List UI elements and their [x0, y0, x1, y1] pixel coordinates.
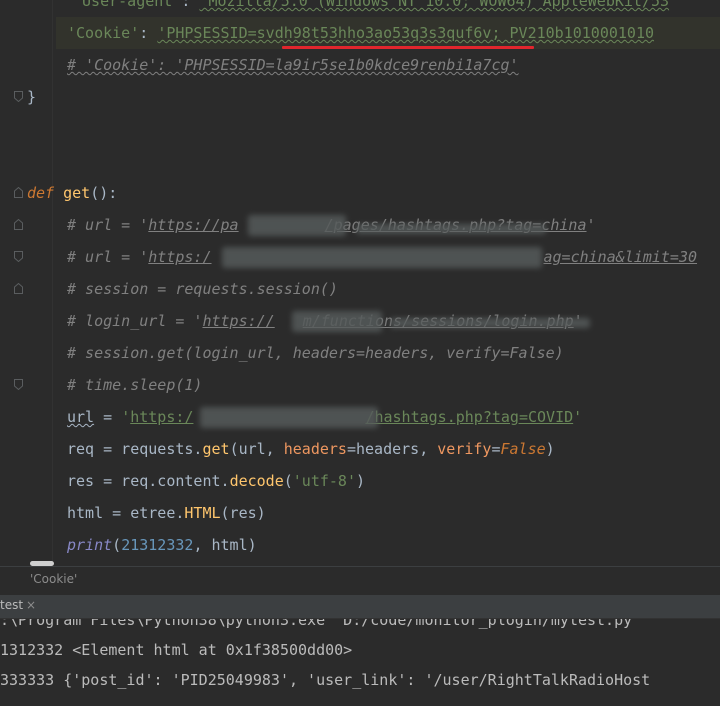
code-line[interactable]: 'Cookie': 'PHPSESSID=svdh98t53hho3ao53q3… [0, 17, 654, 49]
assign-operator: = [94, 408, 122, 426]
console-line: 333333 {'post_id': 'PID25049983', 'user_… [0, 671, 651, 689]
code-editor[interactable]: 'User-agent': 'Mozilla/5.0 (Windows NT 1… [0, 0, 720, 566]
code-line[interactable]: html = etree.HTML(res) [0, 497, 266, 529]
method-get: get [202, 440, 230, 458]
code-segment: req = requests. [67, 440, 203, 458]
cookie-value: 'PHPSESSID=svdh98t53hho3ao53q3s3quf6v; P… [157, 24, 655, 42]
code-line[interactable]: } [0, 81, 36, 113]
console-line: :\Program Files\Python38\python3.exe "D:… [0, 619, 642, 629]
code-line[interactable]: print(21312332, html) [0, 529, 257, 561]
string-quote: ' [573, 408, 583, 426]
dict-value: 'Mozilla/5.0 (Windows NT 10.0; WOW64) Ap… [199, 0, 670, 10]
code-line[interactable]: # time.sleep(1) [0, 369, 202, 401]
run-tab-test[interactable]: test × [0, 598, 36, 612]
gutter-divider [52, 0, 53, 566]
dict-key: 'User-agent' [73, 0, 182, 10]
redacted-area [248, 215, 346, 236]
comment-suffix: ' [586, 216, 596, 234]
comment-text: # session = requests.session() [67, 280, 338, 298]
code-line[interactable]: # login_url = 'https://m/functions/sessi… [0, 305, 583, 337]
number-literal: 21312332 [121, 536, 194, 554]
comment-url-start[interactable]: https:/ [148, 248, 211, 266]
code-line[interactable]: res = req.content.decode('utf-8') [0, 465, 365, 497]
code-line[interactable]: url = 'https://hashtags.php?tag=COVID' [0, 401, 582, 433]
redacted-area [390, 318, 590, 328]
code-segment: html = etree. [67, 504, 185, 522]
console-line: 1312332 <Element html at 0x1f38500dd00> [0, 641, 353, 659]
code-segment: res = req.content. [67, 472, 230, 490]
redacted-area [200, 407, 378, 428]
code-line[interactable]: # url = 'https:/ ag=china&limit=30 [0, 241, 697, 273]
comment-text: # session.get(login_url, headers=headers… [67, 344, 564, 362]
code-segment: (res) [220, 504, 266, 522]
code-segment: ) [356, 472, 366, 490]
function-name: get [63, 184, 91, 202]
comment-prefix: # url = ' [67, 216, 149, 234]
code-segment: , html) [193, 536, 257, 554]
code-segment: = [491, 440, 501, 458]
run-console[interactable]: :\Program Files\Python38\python3.exe "D:… [0, 619, 720, 706]
variable-url: url [67, 408, 95, 426]
close-icon[interactable]: × [26, 598, 36, 612]
code-segment: ) [545, 440, 555, 458]
code-line[interactable]: def get(): [0, 177, 117, 209]
run-tool-window-tabs: test × [0, 595, 720, 619]
dict-key: 'Cookie' [67, 24, 140, 42]
redacted-area [222, 247, 542, 268]
code-segment: ( [283, 472, 293, 490]
code-line[interactable]: req = requests.get(url, headers=headers,… [0, 433, 555, 465]
comment-url-end[interactable]: ag=china&limit=30 [544, 248, 698, 266]
comment-text: # time.sleep(1) [67, 376, 203, 394]
code-line[interactable]: # url = 'https://pa/pages/hashtags.php?t… [0, 209, 596, 241]
builtin-print: print [67, 536, 113, 554]
comment-url-start[interactable]: https://pa [148, 216, 238, 234]
url-start[interactable]: https:/ [130, 408, 193, 426]
string-literal: 'utf-8' [292, 472, 356, 490]
kwarg-headers: headers [283, 440, 347, 458]
comment-prefix: # login_url = ' [67, 312, 203, 330]
url-end[interactable]: /hashtags.php?tag=COVID [365, 408, 573, 426]
colon: : [139, 24, 158, 42]
breadcrumb[interactable]: 'Cookie' [30, 572, 77, 586]
closing-brace: } [27, 88, 37, 106]
def-keyword: def [27, 184, 55, 202]
code-line[interactable]: # 'Cookie': 'PHPSESSID=la9ir5se1b0kdce9r… [0, 49, 519, 81]
code-segment: =headers, [346, 440, 438, 458]
comment-prefix: # url = ' [67, 248, 149, 266]
method-html: HTML [184, 504, 221, 522]
code-segment: (url, [229, 440, 284, 458]
code-line[interactable]: # session.get(login_url, headers=headers… [0, 337, 564, 369]
run-tab-label: test [0, 598, 24, 612]
redacted-area [292, 311, 382, 332]
comment-text: # 'Cookie': 'PHPSESSID=la9ir5se1b0kdce9r… [67, 56, 519, 74]
breadcrumb-bar: 'Cookie' [0, 566, 720, 595]
method-decode: decode [229, 472, 284, 490]
function-parens: (): [90, 184, 118, 202]
code-segment: ( [112, 536, 122, 554]
kwarg-verify: verify [437, 440, 492, 458]
comment-url-start[interactable]: https:// [202, 312, 274, 330]
false-constant: False [500, 440, 546, 458]
colon: : [181, 0, 200, 10]
code-line[interactable]: # session = requests.session() [0, 273, 338, 305]
code-line[interactable]: 'User-agent': 'Mozilla/5.0 (Windows NT 1… [0, 0, 669, 17]
string-quote: ' [121, 408, 131, 426]
redacted-area [356, 224, 546, 234]
